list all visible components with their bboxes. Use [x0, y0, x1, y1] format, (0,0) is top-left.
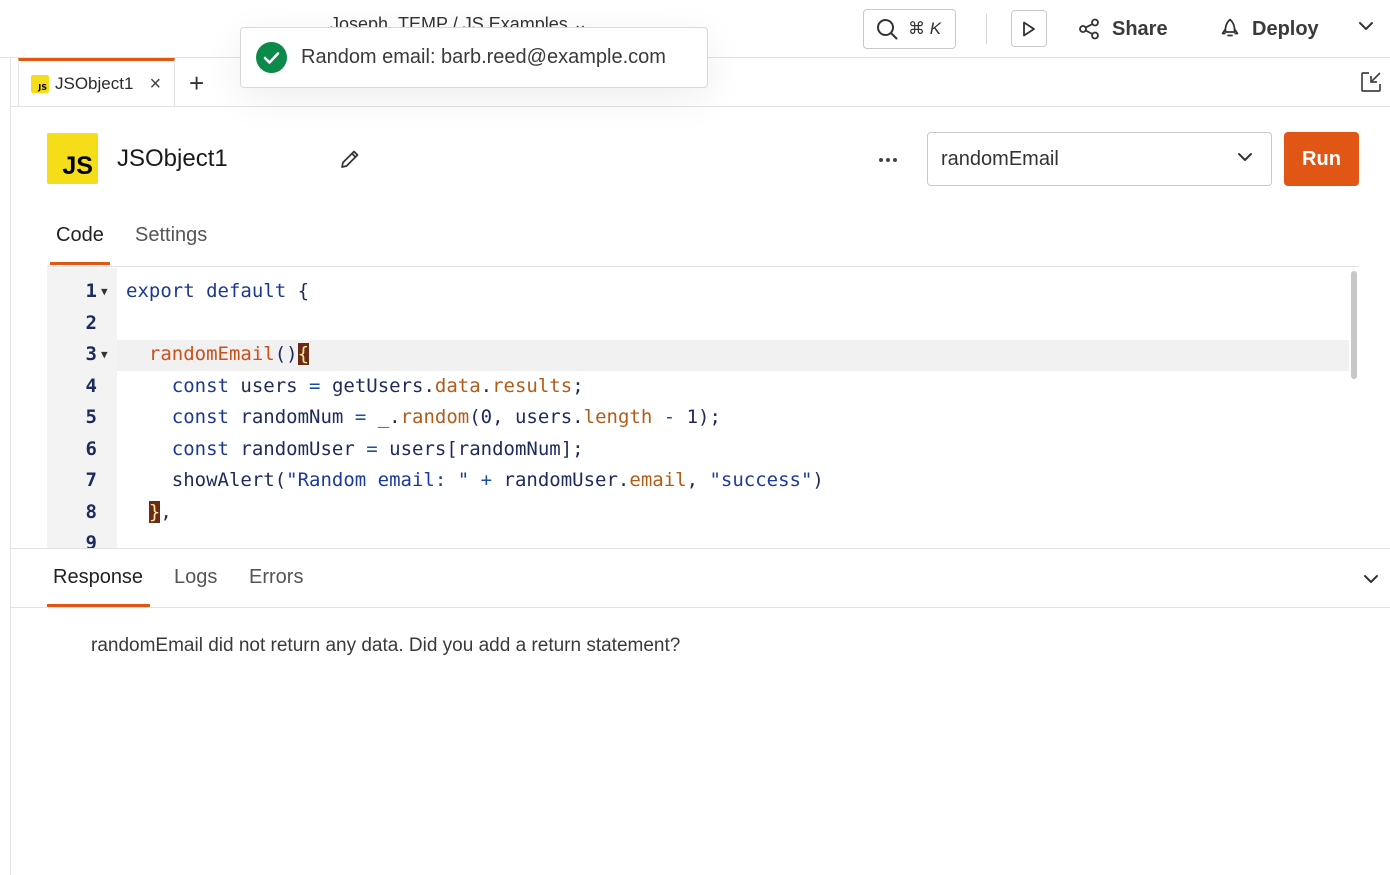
response-message: randomEmail did not return any data. Did…	[91, 635, 681, 656]
toast-message: Random email: barb.reed@example.com	[301, 46, 666, 68]
editor-scrollbar[interactable]	[1351, 271, 1357, 379]
line-number: 4	[85, 375, 97, 397]
code-line: const randomNum = _.random(0, users.leng…	[171, 406, 721, 428]
add-tab-button[interactable]: +	[189, 70, 204, 96]
close-icon[interactable]: ×	[149, 74, 161, 94]
search-button[interactable]: ⌘ K	[863, 9, 956, 49]
code-line: },	[148, 501, 172, 523]
code-editor[interactable]: 1 ▼ 2 3 ▼ 4 5 6 7 8 9 export default { r…	[47, 268, 1359, 548]
response-tabs: Response Logs Errors	[11, 549, 1390, 608]
success-toast: Random email: barb.reed@example.com	[240, 27, 708, 88]
pencil-icon[interactable]	[339, 148, 361, 170]
line-number: 2	[85, 312, 97, 334]
share-button[interactable]: Share	[1078, 10, 1168, 48]
function-select-value: randomEmail	[941, 147, 1059, 170]
chevron-down-icon[interactable]	[1363, 573, 1379, 585]
tab-jsobject1[interactable]: JS JSObject1 ×	[18, 58, 175, 106]
deploy-button[interactable]: Deploy	[1220, 10, 1319, 48]
code-line: const users = getUsers.data.results;	[171, 375, 584, 397]
active-tab-indicator	[47, 604, 150, 607]
run-button[interactable]: Run	[1284, 132, 1359, 186]
tab-code[interactable]: Code	[56, 224, 104, 247]
play-icon	[1023, 21, 1035, 36]
line-number: 3	[85, 343, 97, 365]
line-number: 1	[85, 280, 97, 302]
editor-mode-tabs: Code Settings	[47, 215, 1359, 267]
code-line: randomEmail(){	[148, 343, 310, 365]
more-options-icon[interactable]	[873, 150, 903, 170]
line-number: 9	[85, 532, 97, 548]
js-logo: JS	[47, 133, 98, 184]
header-divider	[986, 14, 987, 44]
code-line: showAlert("Random email: " + randomUser.…	[126, 469, 824, 491]
rocket-icon	[1221, 18, 1239, 37]
code-line: export default {	[126, 280, 310, 302]
tab-errors[interactable]: Errors	[249, 566, 303, 589]
preview-button[interactable]	[1011, 10, 1047, 47]
chevron-down-icon[interactable]	[1357, 20, 1375, 32]
share-icon	[1079, 18, 1099, 40]
code-line: const randomUser = users[randomNum];	[171, 438, 584, 460]
chevron-down-icon	[1238, 153, 1252, 161]
tab-settings[interactable]: Settings	[135, 224, 207, 247]
tab-response[interactable]: Response	[53, 566, 143, 589]
line-number: 6	[85, 438, 97, 460]
fold-arrow-icon[interactable]: ▼	[101, 348, 108, 361]
js-file-icon: JS	[31, 74, 49, 93]
line-number: 8	[85, 501, 97, 523]
line-number: 7	[85, 469, 97, 491]
tab-label: JSObject1	[55, 73, 134, 93]
search-icon	[877, 19, 898, 40]
line-number: 5	[85, 406, 97, 428]
active-tab-indicator	[50, 262, 110, 265]
search-shortcut: ⌘ K	[908, 19, 942, 38]
response-panel: Response Logs Errors randomEmail did not…	[11, 548, 1390, 875]
check-circle-icon	[256, 42, 287, 73]
tab-logs[interactable]: Logs	[174, 566, 217, 589]
fold-arrow-icon[interactable]: ▼	[101, 285, 108, 298]
function-select[interactable]: randomEmail	[927, 132, 1272, 186]
deploy-label: Deploy	[1252, 17, 1319, 40]
minimize-icon[interactable]	[1359, 70, 1383, 94]
page-title[interactable]: JSObject1	[117, 145, 228, 173]
share-label: Share	[1112, 17, 1168, 40]
